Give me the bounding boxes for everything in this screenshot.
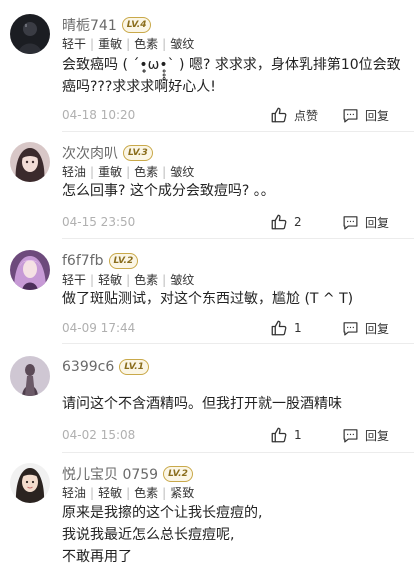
like-count: 2 bbox=[294, 215, 302, 229]
reply-button[interactable]: 回复 bbox=[342, 425, 389, 445]
like-button[interactable]: 2 bbox=[270, 212, 302, 232]
skin-tag: 重敏 bbox=[98, 165, 123, 179]
like-count: 1 bbox=[294, 428, 302, 442]
reply-label: 回复 bbox=[365, 321, 390, 336]
skin-tags: 轻油 | 重敏 | 色素 | 皱纹 bbox=[62, 165, 195, 179]
comment-header: 晴栀741 LV.4 bbox=[62, 14, 152, 36]
divider bbox=[62, 452, 414, 453]
comment-date: 04-18 10:20 bbox=[62, 108, 136, 122]
reply-button[interactable]: 回复 bbox=[342, 318, 389, 338]
thumbs-up-icon bbox=[271, 107, 287, 123]
username[interactable]: 6399c6 bbox=[62, 359, 114, 375]
skin-tag: 皱纹 bbox=[170, 165, 195, 179]
skin-tag: 轻敏 bbox=[98, 486, 123, 500]
reply-label: 回复 bbox=[365, 428, 390, 443]
like-button[interactable]: 1 bbox=[270, 318, 302, 338]
skin-tags: 轻干 | 轻敏 | 色素 | 皱纹 bbox=[62, 273, 195, 287]
avatar[interactable] bbox=[10, 356, 50, 396]
like-button[interactable]: 点赞 bbox=[270, 105, 318, 125]
comment-feed: 晴栀741 LV.4 轻干 | 重敏 | 色素 | 皱纹 会致癌吗 ( ´•̥̥̥ω•̥̥̥… bbox=[0, 0, 414, 565]
comment-date: 04-15 23:50 bbox=[62, 215, 136, 229]
skin-tag: 色素 bbox=[134, 273, 159, 287]
skin-tag: 色素 bbox=[134, 37, 159, 51]
comment-text: 怎么回事? 这个成分会致痘吗? 。。 bbox=[62, 183, 275, 199]
comment-header: f6f7fb LV.2 bbox=[62, 250, 139, 272]
comment-meta: 04-18 10:20 点赞 回复 bbox=[62, 105, 402, 125]
skin-tag: 轻敏 bbox=[98, 273, 123, 287]
username[interactable]: f6f7fb bbox=[62, 253, 104, 269]
comment-date: 04-09 17:44 bbox=[62, 321, 136, 335]
thumbs-up-icon bbox=[271, 320, 287, 336]
reply-icon bbox=[343, 215, 358, 229]
like-count: 1 bbox=[294, 321, 302, 335]
username[interactable]: 次次肉叭 bbox=[62, 143, 118, 163]
avatar[interactable] bbox=[10, 250, 50, 290]
level-badge: LV.1 bbox=[119, 359, 149, 375]
level-badge: LV.2 bbox=[163, 466, 193, 482]
reply-label: 回复 bbox=[365, 215, 390, 230]
skin-tag: 紧致 bbox=[170, 486, 195, 500]
divider bbox=[62, 343, 414, 344]
comment-date: 04-02 15:08 bbox=[62, 428, 136, 442]
skin-tag: 重敏 bbox=[98, 37, 123, 51]
thumbs-up-icon bbox=[271, 214, 287, 230]
like-button[interactable]: 1 bbox=[270, 425, 302, 445]
comment-meta: 04-02 15:08 1 回复 bbox=[62, 425, 402, 445]
skin-tag: 色素 bbox=[134, 165, 159, 179]
username[interactable]: 晴栀741 bbox=[62, 15, 117, 35]
skin-tag: 轻油 bbox=[62, 165, 87, 179]
comment-text: 会致癌吗 ( ´•̥̥̥ω•̥̥̥` ) 嗯? 求求求，身体乳排第10位会致 癌… bbox=[62, 57, 401, 95]
like-count: 点赞 bbox=[294, 108, 319, 123]
comment-header: 次次肉叭 LV.3 bbox=[62, 142, 153, 164]
skin-tag: 皱纹 bbox=[170, 37, 195, 51]
username[interactable]: 悦儿宝贝 0759 bbox=[62, 464, 158, 484]
level-badge: LV.2 bbox=[108, 253, 139, 269]
comment-text: 做了斑贴测试，对这个东西过敏，尴尬 (T ^ T) bbox=[62, 291, 354, 307]
divider bbox=[62, 131, 414, 132]
skin-tag: 轻干 bbox=[62, 273, 87, 287]
avatar[interactable] bbox=[10, 142, 50, 182]
comment-meta: 04-15 23:50 2 回复 bbox=[62, 212, 402, 232]
skin-tags: 轻油 | 轻敏 | 色素 | 紧致 bbox=[62, 486, 195, 500]
comment-meta: 04-09 17:44 1 回复 bbox=[62, 318, 402, 338]
reply-icon bbox=[343, 321, 358, 335]
skin-tag: 色素 bbox=[134, 486, 159, 500]
comment-header: 悦儿宝贝 0759 LV.2 bbox=[62, 463, 193, 485]
comment-text: 原来是我擦的这个让我长痘痘的, 我说我最近怎么总长痘痘呢, 不敢再用了 bbox=[62, 505, 263, 565]
comment-text: 请问这个不含酒精吗。但我打开就一股酒精味 bbox=[62, 396, 342, 412]
reply-icon bbox=[343, 428, 358, 442]
avatar[interactable] bbox=[10, 14, 50, 54]
skin-tag: 轻油 bbox=[62, 486, 87, 500]
level-badge: LV.4 bbox=[121, 17, 152, 33]
reply-button[interactable]: 回复 bbox=[342, 212, 389, 232]
reply-label: 回复 bbox=[365, 108, 390, 123]
skin-tags: 轻干 | 重敏 | 色素 | 皱纹 bbox=[62, 37, 195, 51]
reply-button[interactable]: 回复 bbox=[342, 105, 389, 125]
skin-tag: 轻干 bbox=[62, 37, 87, 51]
skin-tag: 皱纹 bbox=[170, 273, 195, 287]
level-badge: LV.3 bbox=[123, 145, 153, 161]
thumbs-up-icon bbox=[271, 427, 287, 443]
comment-header: 6399c6 LV.1 bbox=[62, 356, 149, 378]
divider bbox=[62, 238, 414, 239]
reply-icon bbox=[343, 108, 358, 122]
avatar[interactable] bbox=[10, 463, 50, 503]
